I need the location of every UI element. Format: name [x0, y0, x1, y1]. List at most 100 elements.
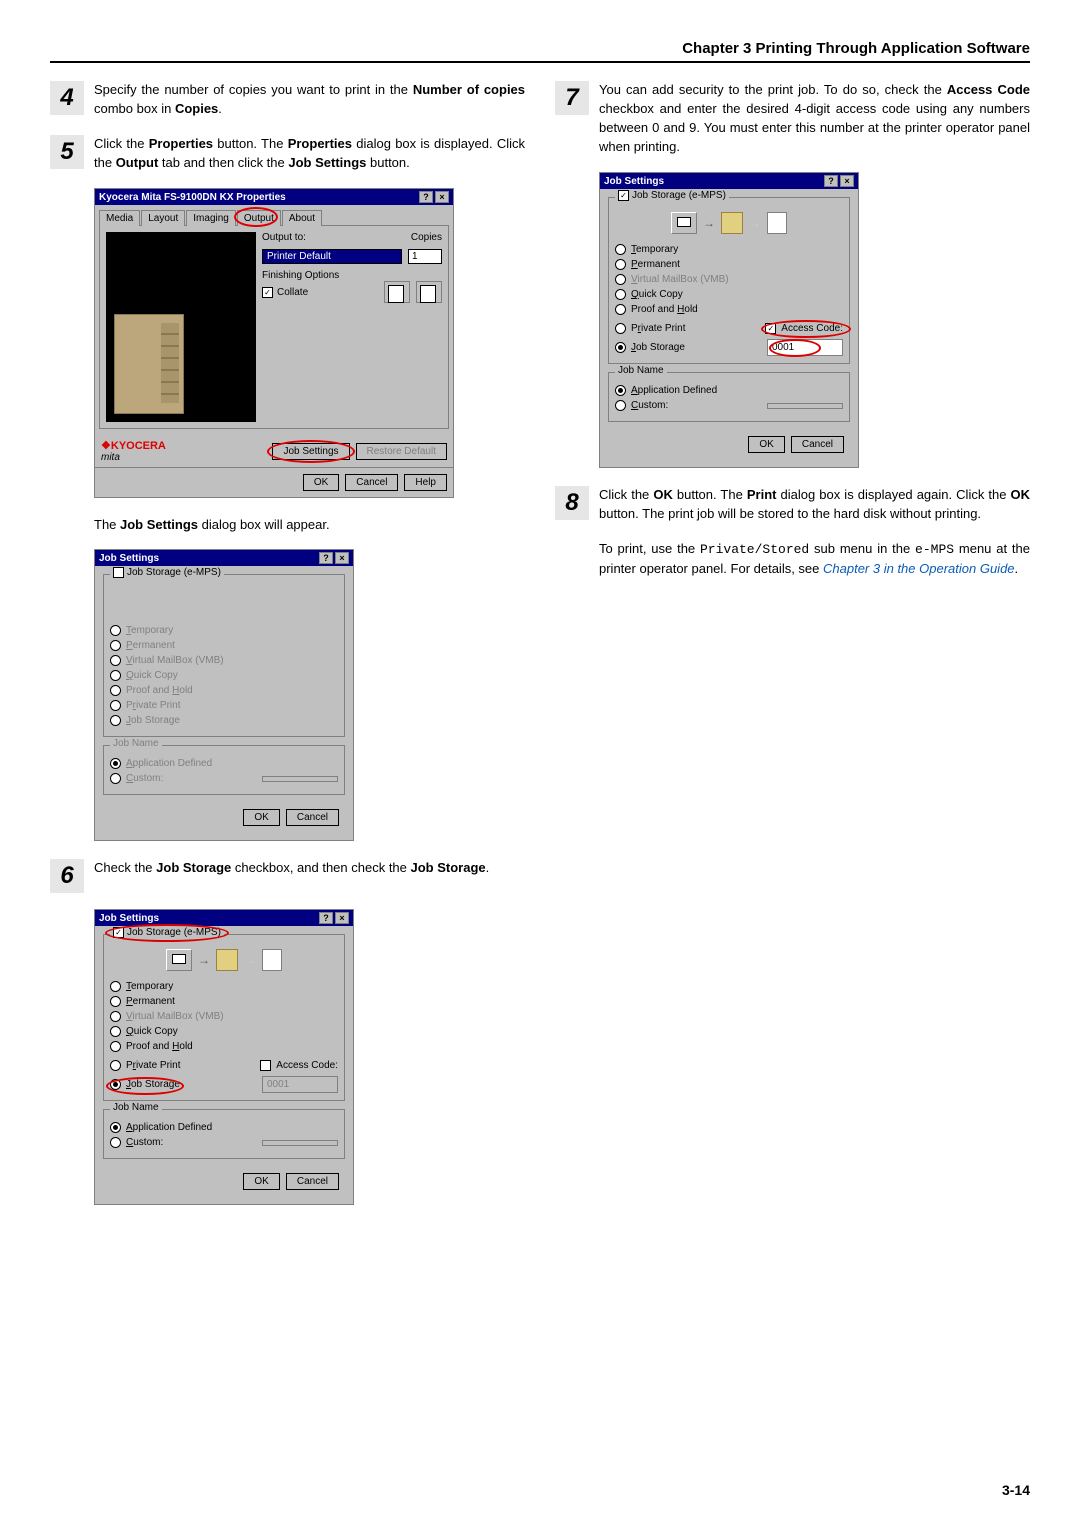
custom-name-input [262, 776, 338, 782]
step-8-text: Click the OK button. The Print dialog bo… [599, 486, 1030, 524]
job-storage-checkbox[interactable]: ✓ [618, 190, 629, 201]
job-storage-radio[interactable]: Job Storage [615, 342, 685, 353]
job-settings-button[interactable]: Job Settings [272, 443, 349, 460]
cancel-button[interactable]: Cancel [286, 1173, 339, 1190]
job-storage-radio[interactable]: Job Storage [110, 1079, 180, 1090]
tabs: Media Layout Imaging Output About [99, 210, 449, 226]
help-button[interactable]: Help [404, 474, 447, 491]
mita-logo: mita [101, 452, 166, 463]
close-icon[interactable]: × [435, 191, 449, 203]
help-icon[interactable]: ? [419, 191, 433, 203]
ok-button[interactable]: OK [243, 809, 279, 826]
job-settings-dialog-storage: Job Settings ? × ✓Job Storage (e-MPS) → … [94, 909, 354, 1205]
access-code-checkbox[interactable] [260, 1060, 271, 1071]
step-5-after: The Job Settings dialog box will appear. [94, 516, 525, 535]
ok-button[interactable]: OK [748, 436, 784, 453]
help-icon[interactable]: ? [319, 912, 333, 924]
chapter-header: Chapter 3 Printing Through Application S… [50, 40, 1030, 63]
printer-icon [721, 212, 743, 234]
custom-radio[interactable]: Custom: [110, 1137, 338, 1148]
operation-guide-link[interactable]: Chapter 3 in the Operation Guide [823, 561, 1015, 576]
output-to-combo[interactable]: Printer Default [262, 249, 402, 264]
permanent-radio[interactable]: Permanent [110, 996, 338, 1007]
computer-icon [671, 212, 697, 234]
collate-checkbox[interactable]: ✓ [262, 287, 273, 298]
job-storage-checkbox[interactable] [113, 567, 124, 578]
paper-icon [262, 949, 282, 971]
computer-icon [166, 949, 192, 971]
temporary-radio[interactable]: Temporary [615, 244, 843, 255]
help-icon[interactable]: ? [824, 175, 838, 187]
close-icon[interactable]: × [335, 552, 349, 564]
page-number: 3-14 [1002, 1482, 1030, 1498]
temporary-radio[interactable]: Temporary [110, 981, 338, 992]
job-settings-dialog-access: Job Settings ? × ✓Job Storage (e-MPS) → … [599, 172, 859, 468]
step-5-text: Click the Properties button. The Propert… [94, 135, 525, 173]
right-column: 7 You can add security to the print job.… [555, 81, 1030, 1223]
step-7-text: You can add security to the print job. T… [599, 81, 1030, 156]
ok-button[interactable]: OK [303, 474, 339, 491]
step-number: 4 [50, 81, 84, 115]
custom-radio[interactable]: Custom: [615, 400, 843, 411]
tab-about[interactable]: About [282, 210, 322, 226]
cancel-button[interactable]: Cancel [286, 809, 339, 826]
step-number: 6 [50, 859, 84, 893]
custom-name-input[interactable] [262, 1140, 338, 1146]
kyocera-logo: ❖KYOCERA [101, 440, 166, 452]
step-6-text: Check the Job Storage checkbox, and then… [94, 859, 489, 878]
permanent-radio[interactable]: Permanent [615, 259, 843, 270]
job-settings-title: Job Settings [99, 553, 159, 564]
arrow-icon: → [244, 953, 256, 967]
step-number: 7 [555, 81, 589, 115]
tab-imaging[interactable]: Imaging [186, 210, 236, 226]
step-6: 6 Check the Job Storage checkbox, and th… [50, 859, 525, 893]
app-defined-radio[interactable]: Application Defined [110, 1122, 338, 1133]
private-print-radio[interactable]: Private Print [110, 1060, 180, 1071]
finishing-label: Finishing Options [262, 270, 442, 281]
proof-hold-radio[interactable]: Proof and Hold [615, 304, 843, 315]
finish-option-2-icon[interactable] [416, 281, 442, 303]
left-column: 4 Specify the number of copies you want … [50, 81, 525, 1223]
private-print-radio[interactable]: Private Print [615, 323, 685, 334]
ok-button[interactable]: OK [243, 1173, 279, 1190]
flow-diagram: → → [615, 212, 843, 234]
step-number: 8 [555, 486, 589, 520]
proof-hold-radio[interactable]: Proof and Hold [110, 1041, 338, 1052]
app-defined-radio[interactable]: Application Defined [615, 385, 843, 396]
cancel-button[interactable]: Cancel [791, 436, 844, 453]
vmb-radio: Virtual MailBox (VMB) [615, 274, 843, 285]
job-settings-dialog-disabled: Job Settings ? × Job Storage (e-MPS) Tem… [94, 549, 354, 841]
paper-icon [767, 212, 787, 234]
job-settings-title: Job Settings [604, 176, 664, 187]
close-icon[interactable]: × [840, 175, 854, 187]
quick-copy-radio[interactable]: Quick Copy [110, 1026, 338, 1037]
cancel-button[interactable]: Cancel [345, 474, 398, 491]
tab-layout[interactable]: Layout [141, 210, 185, 226]
quick-copy-radio[interactable]: Quick Copy [615, 289, 843, 300]
printer-icon [216, 949, 238, 971]
step-8: 8 Click the OK button. The Print dialog … [555, 486, 1030, 524]
custom-name-input[interactable] [767, 403, 843, 409]
access-code-input: 0001 [262, 1076, 338, 1093]
properties-dialog: Kyocera Mita FS-9100DN KX Properties ? ×… [94, 188, 454, 498]
flow-diagram: → → [110, 949, 338, 971]
properties-title: Kyocera Mita FS-9100DN KX Properties [99, 192, 286, 203]
step-5: 5 Click the Properties button. The Prope… [50, 135, 525, 173]
job-settings-title: Job Settings [99, 913, 159, 924]
finish-option-1-icon[interactable] [384, 281, 410, 303]
step-4-text: Specify the number of copies you want to… [94, 81, 525, 119]
arrow-icon: → [198, 953, 210, 967]
restore-default-button[interactable]: Restore Default [356, 443, 447, 460]
copies-label: Copies [411, 232, 442, 243]
collate-label: Collate [277, 287, 308, 298]
printer-preview [106, 232, 256, 422]
output-to-label: Output to: [262, 232, 306, 243]
close-icon[interactable]: × [335, 912, 349, 924]
step-8-after: To print, use the Private/Stored sub men… [599, 540, 1030, 579]
tab-media[interactable]: Media [99, 210, 140, 226]
copies-spinner[interactable]: 1 [408, 249, 442, 264]
step-7: 7 You can add security to the print job.… [555, 81, 1030, 156]
tab-output[interactable]: Output [237, 210, 281, 226]
vmb-radio: Virtual MailBox (VMB) [110, 1011, 338, 1022]
help-icon[interactable]: ? [319, 552, 333, 564]
